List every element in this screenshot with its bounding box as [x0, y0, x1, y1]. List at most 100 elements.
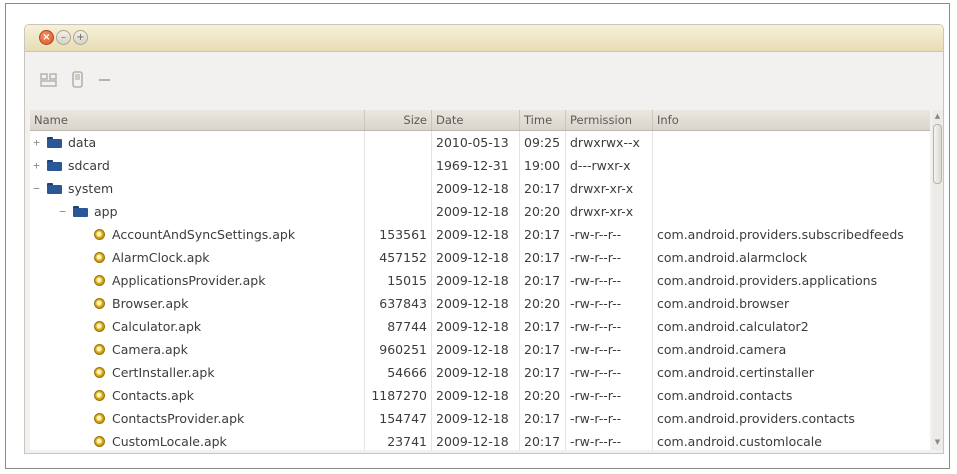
- table-row[interactable]: Camera.apk 960251 2009-12-18 20:17 -rw-r…: [30, 338, 930, 361]
- file-time: 19:00: [520, 154, 566, 177]
- file-info: [653, 200, 930, 223]
- table-row[interactable]: AlarmClock.apk 457152 2009-12-18 20:17 -…: [30, 246, 930, 269]
- table-row[interactable]: − system 2009-12-18 20:17 drwxr-xr-x: [30, 177, 930, 200]
- column-header-name[interactable]: Name: [30, 110, 365, 130]
- vertical-scrollbar[interactable]: ▲ ▼: [932, 110, 943, 450]
- file-date: 1969-12-31: [432, 154, 520, 177]
- scroll-up-icon[interactable]: ▲: [934, 112, 941, 120]
- file-info: com.android.providers.subscribedfeeds: [657, 227, 904, 242]
- file-table: Name Size Date Time Permission Info + dat…: [30, 110, 930, 450]
- file-name: app: [94, 204, 118, 219]
- file-size: 1187270: [365, 384, 432, 407]
- apk-file-icon: [94, 298, 105, 309]
- file-size: [365, 154, 432, 177]
- file-size: 153561: [365, 223, 432, 246]
- table-header: Name Size Date Time Permission Info: [30, 110, 930, 131]
- file-time: 20:17: [520, 407, 566, 430]
- file-name: CustomLocale.apk: [112, 434, 227, 449]
- file-date: 2009-12-18: [432, 361, 520, 384]
- file-name: sdcard: [68, 158, 110, 173]
- folder-icon: [47, 183, 62, 194]
- minus-icon[interactable]: [95, 70, 115, 90]
- file-size: 457152: [365, 246, 432, 269]
- file-date: 2009-12-18: [432, 384, 520, 407]
- file-permission: drwxr-xr-x: [566, 177, 653, 200]
- file-time: 20:17: [520, 338, 566, 361]
- scrollbar-thumb[interactable]: [933, 124, 942, 184]
- phone-icon[interactable]: [68, 70, 88, 90]
- table-row[interactable]: ContactsProvider.apk 154747 2009-12-18 2…: [30, 407, 930, 430]
- apk-file-icon: [94, 367, 105, 378]
- table-row[interactable]: CustomLocale.apk 23741 2009-12-18 20:17 …: [30, 430, 930, 450]
- table-row[interactable]: AccountAndSyncSettings.apk 153561 2009-1…: [30, 223, 930, 246]
- expand-icon[interactable]: +: [32, 160, 41, 171]
- file-time: 20:17: [520, 269, 566, 292]
- column-header-info[interactable]: Info: [653, 110, 930, 130]
- file-name: Browser.apk: [112, 296, 189, 311]
- file-info: com.android.calculator2: [657, 319, 809, 334]
- apk-file-icon: [94, 252, 105, 263]
- file-info: com.android.browser: [657, 296, 790, 311]
- file-name: Camera.apk: [112, 342, 188, 357]
- table-row[interactable]: ApplicationsProvider.apk 15015 2009-12-1…: [30, 269, 930, 292]
- file-time: 20:17: [520, 361, 566, 384]
- file-info: [653, 154, 930, 177]
- file-permission: -rw-r--r--: [566, 338, 653, 361]
- title-bar[interactable]: × – +: [25, 25, 943, 52]
- column-header-permission[interactable]: Permission: [566, 110, 653, 130]
- column-header-time[interactable]: Time: [520, 110, 566, 130]
- computer-icon[interactable]: [39, 70, 59, 90]
- apk-file-icon: [94, 413, 105, 424]
- column-header-size[interactable]: Size: [365, 110, 432, 130]
- file-size: 54666: [365, 361, 432, 384]
- table-row[interactable]: Browser.apk 637843 2009-12-18 20:20 -rw-…: [30, 292, 930, 315]
- minimize-window-button[interactable]: –: [56, 30, 71, 45]
- file-info: com.android.contacts: [657, 388, 793, 403]
- file-info: com.android.certinstaller: [657, 365, 814, 380]
- file-date: 2009-12-18: [432, 177, 520, 200]
- file-permission: d---rwxr-x: [566, 154, 653, 177]
- table-row[interactable]: Calculator.apk 87744 2009-12-18 20:17 -r…: [30, 315, 930, 338]
- file-size: [365, 131, 432, 154]
- close-window-button[interactable]: ×: [39, 30, 54, 45]
- toolbar: [25, 52, 943, 112]
- file-name: Contacts.apk: [112, 388, 194, 403]
- file-size: 960251: [365, 338, 432, 361]
- scroll-down-icon[interactable]: ▼: [934, 438, 941, 446]
- table-row[interactable]: CertInstaller.apk 54666 2009-12-18 20:17…: [30, 361, 930, 384]
- file-name: ContactsProvider.apk: [112, 411, 245, 426]
- file-date: 2009-12-18: [432, 246, 520, 269]
- maximize-window-button[interactable]: +: [73, 30, 88, 45]
- file-permission: -rw-r--r--: [566, 407, 653, 430]
- expand-icon[interactable]: +: [32, 137, 41, 148]
- column-header-date[interactable]: Date: [432, 110, 520, 130]
- file-name: AccountAndSyncSettings.apk: [112, 227, 296, 242]
- file-date: 2009-12-18: [432, 292, 520, 315]
- file-permission: -rw-r--r--: [566, 269, 653, 292]
- table-row[interactable]: + data 2010-05-13 09:25 drwxrwx--x: [30, 131, 930, 154]
- file-permission: -rw-r--r--: [566, 315, 653, 338]
- file-permission: -rw-r--r--: [566, 384, 653, 407]
- file-size: 87744: [365, 315, 432, 338]
- file-size: 154747: [365, 407, 432, 430]
- apk-file-icon: [94, 229, 105, 240]
- collapse-icon[interactable]: −: [32, 183, 41, 194]
- file-time: 20:20: [520, 200, 566, 223]
- file-time: 20:20: [520, 384, 566, 407]
- collapse-icon[interactable]: −: [58, 206, 67, 217]
- file-permission: -rw-r--r--: [566, 292, 653, 315]
- table-row[interactable]: + sdcard 1969-12-31 19:00 d---rwxr-x: [30, 154, 930, 177]
- file-time: 20:20: [520, 292, 566, 315]
- file-name: ApplicationsProvider.apk: [112, 273, 266, 288]
- apk-file-icon: [94, 321, 105, 332]
- apk-file-icon: [94, 390, 105, 401]
- table-row[interactable]: Contacts.apk 1187270 2009-12-18 20:20 -r…: [30, 384, 930, 407]
- file-date: 2010-05-13: [432, 131, 520, 154]
- file-size: [365, 177, 432, 200]
- file-info: [653, 131, 930, 154]
- file-time: 20:17: [520, 315, 566, 338]
- file-time: 20:17: [520, 430, 566, 450]
- table-row[interactable]: − app 2009-12-18 20:20 drwxr-xr-x: [30, 200, 930, 223]
- file-size: [365, 200, 432, 223]
- file-name: data: [68, 135, 97, 150]
